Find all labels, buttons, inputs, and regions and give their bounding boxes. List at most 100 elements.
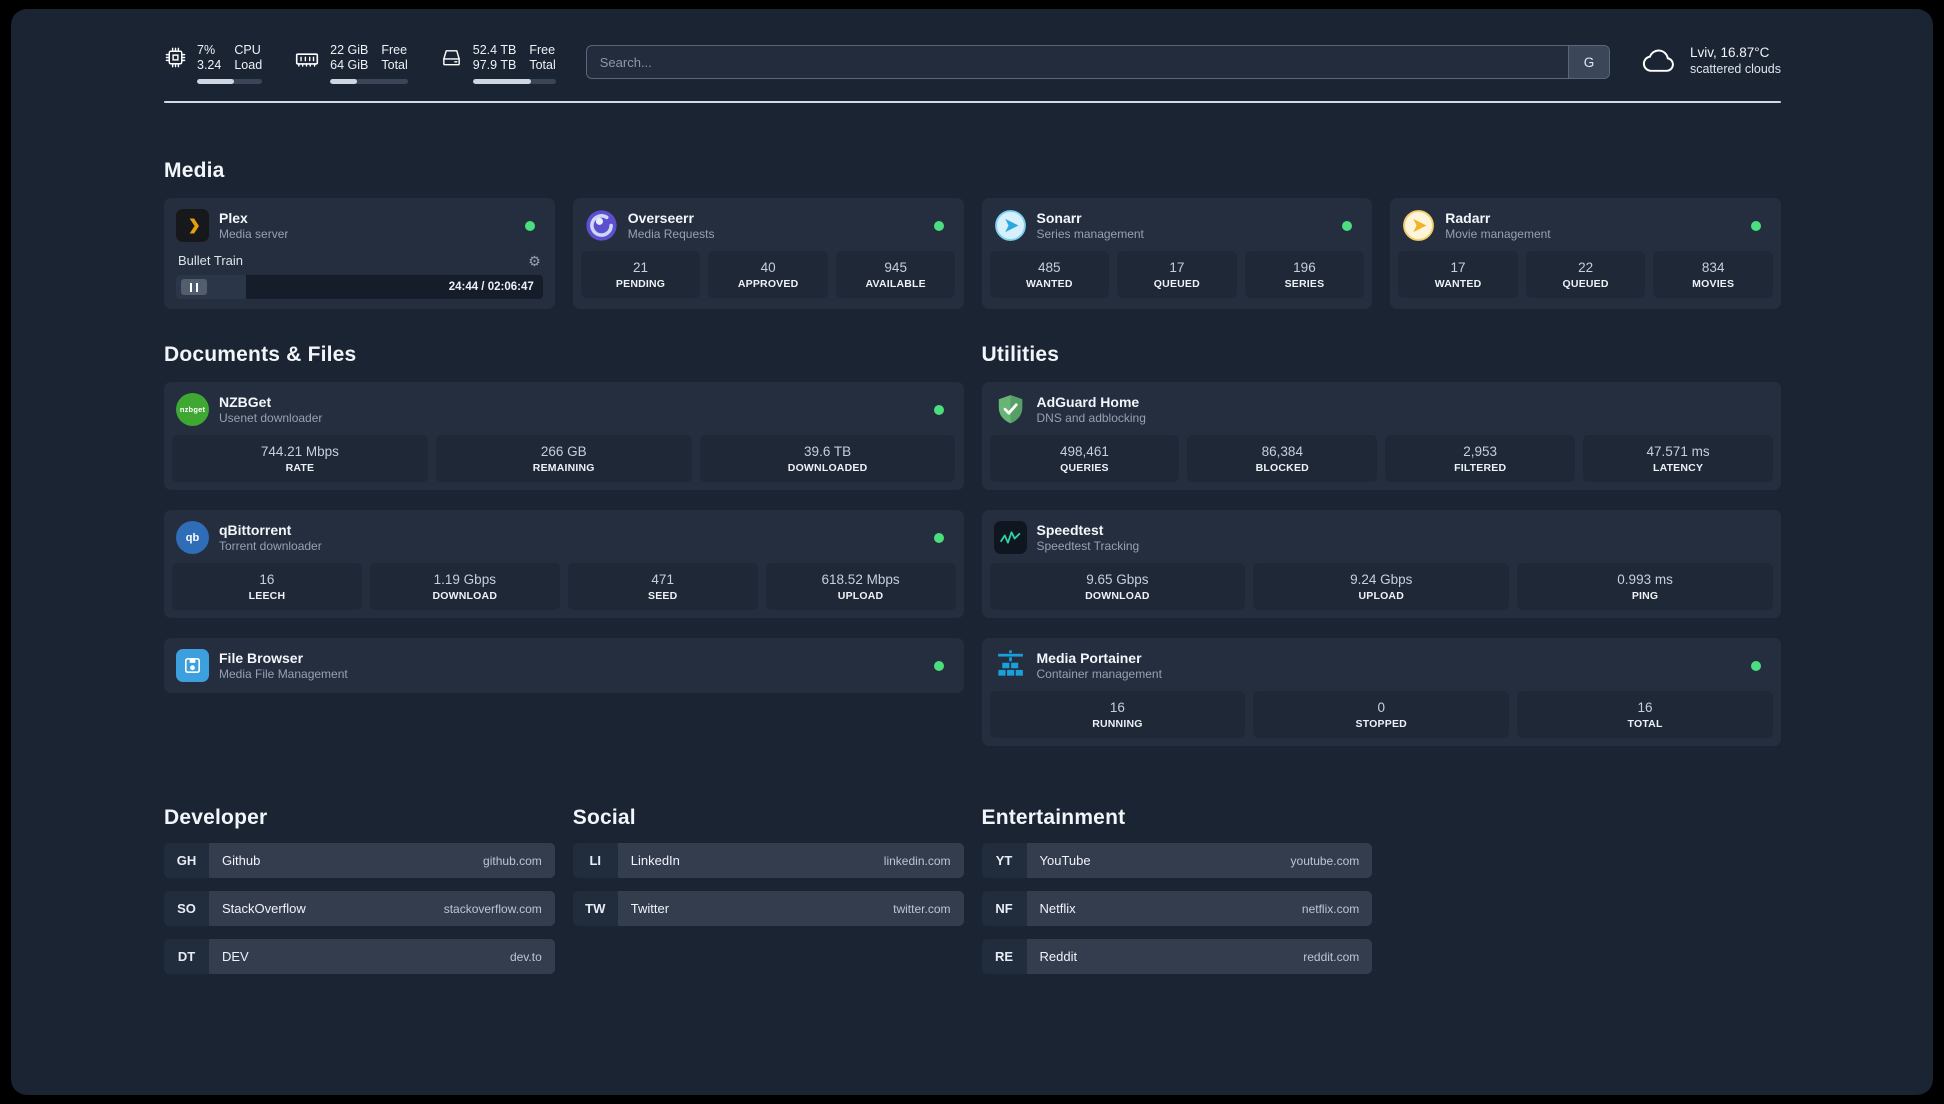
nzbget-icon: nzbget	[176, 393, 209, 426]
disk-total-value: 97.9 TB	[472, 58, 517, 72]
bookmark-name: Netflix	[1039, 901, 1076, 916]
service-card-overseerr[interactable]: Overseerr Media Requests 21 PENDING 40 A…	[572, 198, 964, 309]
bookmark-name: Twitter	[630, 901, 670, 916]
qbittorrent-icon: qb	[176, 521, 209, 554]
playback-progress-bar[interactable]: 24:44 / 02:06:47	[176, 275, 543, 299]
service-description: Movie management	[1445, 226, 1551, 241]
stat-label: MOVIES	[1692, 278, 1735, 290]
service-card-filebrowser[interactable]: File Browser Media File Management	[164, 638, 964, 693]
gear-icon[interactable]: ⚙	[528, 254, 541, 268]
stat-value: 17	[1169, 260, 1185, 275]
service-header: File Browser Media File Management	[172, 646, 956, 685]
cpu-label: CPU	[234, 43, 261, 57]
service-card-qbittorrent[interactable]: qb qBittorrent Torrent downloader 16 LEE…	[164, 510, 964, 618]
memory-free-value: 22 GiB	[330, 43, 369, 57]
stat-value: 2,953	[1463, 444, 1498, 459]
bookmark-url: dev.to	[509, 949, 542, 964]
status-dot	[1751, 660, 1761, 671]
stat-remaining: 266 GB REMAINING	[435, 435, 692, 482]
service-name: AdGuard Home	[1036, 393, 1140, 410]
bookmark-github[interactable]: GH Github github.com	[164, 843, 555, 878]
service-card-plex[interactable]: Plex Media server Bullet Train ⚙ 24:44 /…	[164, 198, 555, 309]
search-provider-button[interactable]: G	[1567, 46, 1609, 78]
stat-value: 945	[884, 260, 907, 275]
stat-label: QUERIES	[1060, 462, 1109, 474]
bookmark-url: stackoverflow.com	[443, 901, 542, 916]
service-description: Torrent downloader	[219, 538, 322, 553]
disk-labels: Free Total	[529, 43, 555, 73]
service-name: Overseerr	[627, 209, 694, 226]
bookmark-abbr: NF	[981, 891, 1027, 926]
bookmark-dev[interactable]: DT DEV dev.to	[164, 939, 555, 974]
section-title-entertainment: Entertainment	[981, 806, 1126, 829]
service-card-sonarr[interactable]: Sonarr Series management 485 WANTED 17 Q…	[981, 198, 1373, 309]
stat-value: 22	[1578, 260, 1594, 275]
service-description: Series management	[1036, 226, 1144, 241]
stat-value: 16	[259, 572, 275, 587]
service-description: Container management	[1036, 666, 1162, 681]
bookmark-group-developer: Developer GH Github github.com SO StackO…	[164, 806, 555, 974]
bookmark-abbr: DT	[164, 939, 209, 974]
bookmark-abbr: RE	[981, 939, 1027, 974]
bookmark-name: LinkedIn	[630, 853, 680, 868]
section-title-media: Media	[164, 159, 225, 182]
speedtest-icon	[993, 521, 1027, 554]
stat-value: 9.65 Gbps	[1086, 572, 1149, 587]
stat-label: UPLOAD	[837, 590, 884, 602]
service-header: Media Portainer Container management	[990, 646, 1774, 691]
media-section: Media Plex Media server Bullet Train ⚙ 2…	[164, 159, 1781, 309]
stat-leech: 16 LEECH	[172, 563, 362, 610]
stat-label: REMAINING	[532, 462, 595, 474]
radarr-icon	[1402, 209, 1435, 242]
status-dot	[933, 220, 944, 231]
playback-time: 24:44 / 02:06:47	[448, 281, 534, 293]
pause-button[interactable]	[181, 279, 207, 295]
cpu-values: 7% 3.24	[197, 43, 221, 73]
stat-label: DOWNLOADED	[787, 462, 868, 474]
service-card-speedtest[interactable]: Speedtest Speedtest Tracking 9.65 Gbps D…	[981, 510, 1781, 618]
cpu-labels: CPU Load	[234, 43, 262, 73]
resource-widgets: 7% 3.24 CPU Load 22 GiB 64 GiB Free Tota…	[164, 43, 556, 84]
stat-movies: 834 MOVIES	[1653, 251, 1773, 298]
bookmark-abbr: LI	[572, 843, 618, 878]
disk-free-value: 52.4 TB	[472, 43, 517, 57]
bookmark-reddit[interactable]: RE Reddit reddit.com	[981, 939, 1373, 974]
bookmark-stackoverflow[interactable]: SO StackOverflow stackoverflow.com	[164, 891, 555, 926]
bookmark-linkedin[interactable]: LI LinkedIn linkedin.com	[572, 843, 964, 878]
stat-rate: 744.21 Mbps RATE	[172, 435, 428, 482]
topbar: 7% 3.24 CPU Load 22 GiB 64 GiB Free Tota…	[164, 43, 1781, 84]
cpu-usage-bar	[197, 79, 263, 84]
stat-ping: 0.993 ms PING	[1517, 563, 1773, 610]
stat-wanted: 17 WANTED	[1398, 251, 1518, 298]
stat-label: RUNNING	[1092, 718, 1143, 730]
service-card-radarr[interactable]: Radarr Movie management 17 WANTED 22 QUE…	[1390, 198, 1781, 309]
search-input[interactable]	[586, 46, 1568, 78]
stat-label: STOPPED	[1355, 718, 1407, 730]
stat-label: APPROVED	[737, 278, 799, 290]
status-dot	[933, 532, 944, 543]
service-card-nzbget[interactable]: nzbget NZBGet Usenet downloader 744.21 M…	[164, 382, 964, 490]
stat-label: SERIES	[1284, 278, 1325, 290]
stat-download: 1.19 Gbps DOWNLOAD	[369, 563, 560, 610]
stat-value: 196	[1293, 260, 1316, 275]
bookmark-youtube[interactable]: YT YouTube youtube.com	[981, 843, 1373, 878]
status-dot	[524, 220, 535, 231]
filebrowser-icon	[176, 649, 209, 682]
bookmark-netflix[interactable]: NF Netflix netflix.com	[981, 891, 1373, 926]
service-name: qBittorrent	[219, 521, 292, 538]
bookmark-abbr: GH	[164, 843, 209, 878]
service-name: Speedtest	[1036, 521, 1104, 538]
service-card-adguard[interactable]: AdGuard Home DNS and adblocking 498,461 …	[981, 382, 1781, 490]
service-description: DNS and adblocking	[1036, 410, 1146, 425]
bookmark-url: twitter.com	[893, 901, 951, 916]
service-card-portainer[interactable]: Media Portainer Container management 16 …	[981, 638, 1781, 746]
bookmark-group-social: Social LI LinkedIn linkedin.com TW Twitt…	[572, 806, 964, 974]
stat-value: 21	[633, 260, 649, 275]
service-stats: 17 WANTED 22 QUEUED 834 MOVIES	[1398, 251, 1773, 298]
bookmark-url: reddit.com	[1303, 949, 1360, 964]
weather-location: Lviv, 16.87°C	[1689, 45, 1770, 60]
pause-icon	[190, 282, 198, 292]
bookmark-twitter[interactable]: TW Twitter twitter.com	[572, 891, 964, 926]
service-description: Media File Management	[219, 666, 348, 681]
bookmark-name: Reddit	[1039, 949, 1078, 964]
